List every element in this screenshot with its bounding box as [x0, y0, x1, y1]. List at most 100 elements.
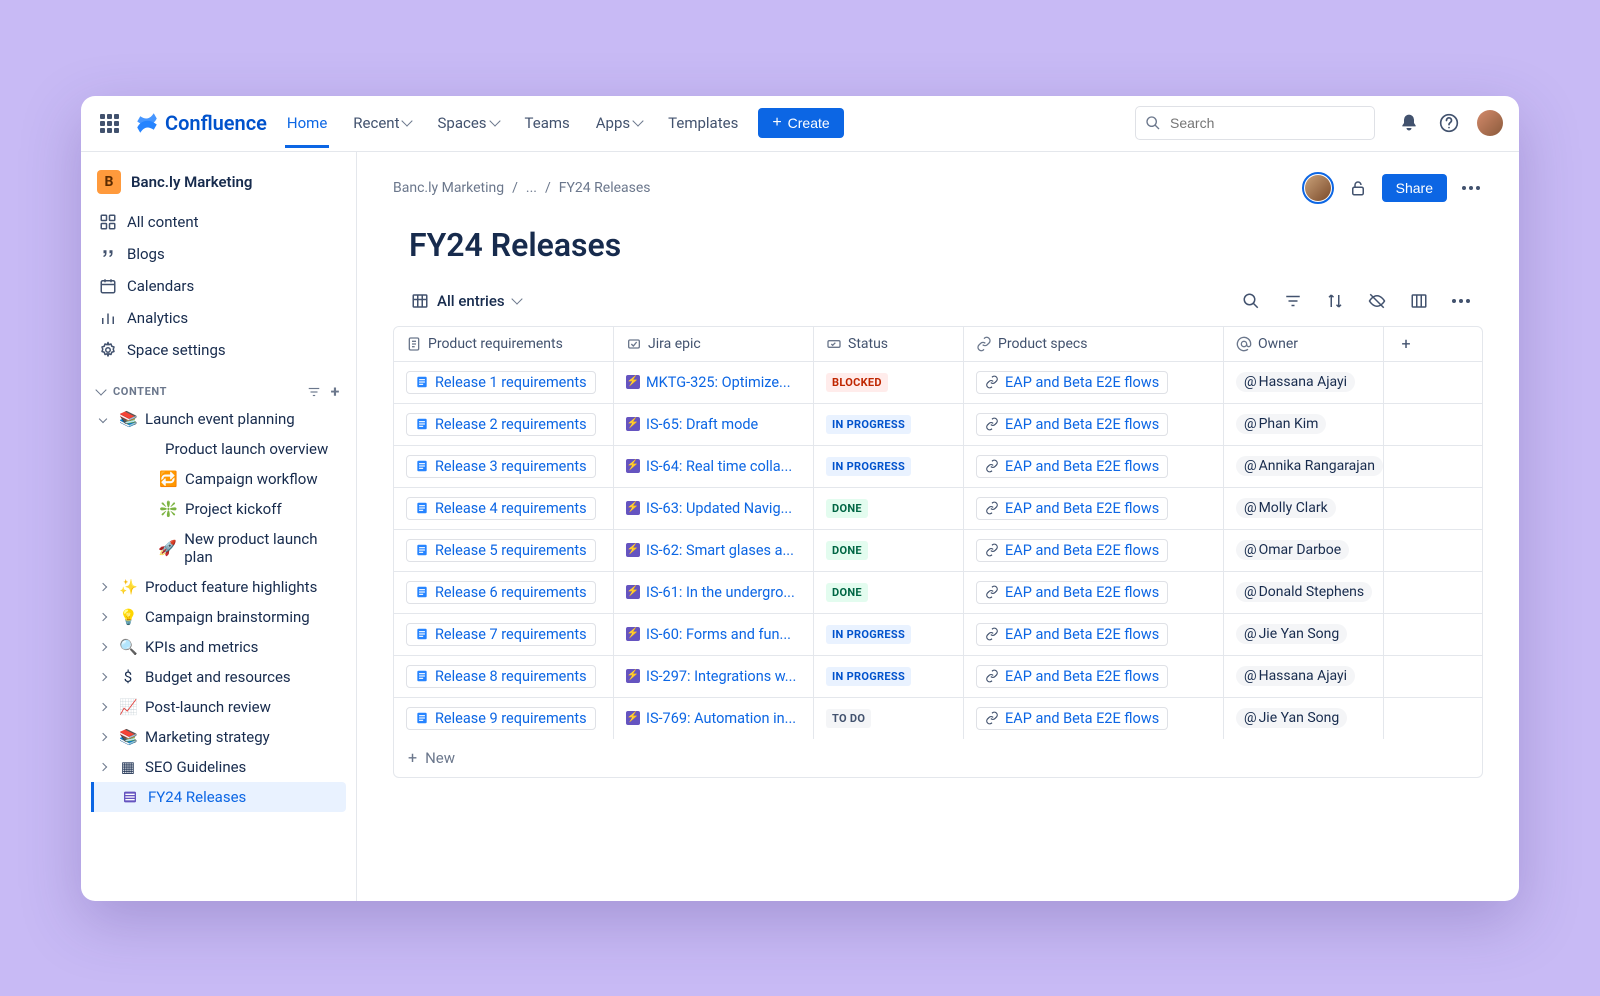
user-mention[interactable]: @Jie Yan Song — [1236, 708, 1347, 728]
cell-status[interactable]: IN PROGRESS — [814, 614, 964, 655]
cell-status[interactable]: IN PROGRESS — [814, 404, 964, 445]
cell-product-req[interactable]: Release 2 requirements — [394, 404, 614, 445]
sidebar-blogs[interactable]: Blogs — [91, 238, 346, 270]
hide-fields-icon[interactable] — [1365, 289, 1389, 313]
tree-item[interactable]: $Budget and resources — [91, 662, 346, 692]
expand-icon[interactable] — [95, 764, 111, 770]
nav-spaces[interactable]: Spaces — [435, 98, 500, 148]
cell-status[interactable]: IN PROGRESS — [814, 656, 964, 697]
user-mention[interactable]: @Molly Clark — [1236, 498, 1336, 518]
user-mention[interactable]: @Omar Darboe — [1236, 540, 1349, 560]
page-pill[interactable]: Release 4 requirements — [406, 497, 596, 520]
col-header-owner[interactable]: Owner — [1224, 327, 1384, 361]
breadcrumb-item[interactable]: Banc.ly Marketing — [393, 180, 504, 196]
page-pill[interactable]: Release 3 requirements — [406, 455, 596, 478]
user-mention[interactable]: @Hassana Ajayi — [1236, 372, 1355, 392]
user-mention[interactable]: @Jie Yan Song — [1236, 624, 1347, 644]
cell-product-req[interactable]: Release 5 requirements — [394, 530, 614, 571]
sidebar-calendars[interactable]: Calendars — [91, 270, 346, 302]
cell-product-req[interactable]: Release 3 requirements — [394, 446, 614, 487]
expand-icon[interactable] — [95, 644, 111, 650]
cell-specs[interactable]: EAP and Beta E2E flows — [964, 446, 1224, 487]
expand-icon[interactable] — [95, 674, 111, 680]
cell-jira[interactable]: ⚡IS-64: Real time colla... — [614, 446, 814, 487]
cell-owner[interactable]: @Hassana Ajayi — [1224, 656, 1384, 697]
nav-home[interactable]: Home — [285, 98, 329, 148]
user-avatar[interactable] — [1477, 110, 1503, 136]
col-header-jira[interactable]: Jira epic — [614, 327, 814, 361]
nav-apps[interactable]: Apps — [594, 98, 644, 148]
view-selector[interactable]: All entries — [403, 286, 529, 316]
presence-avatar[interactable] — [1302, 172, 1334, 204]
restrictions-icon[interactable] — [1346, 176, 1370, 200]
expand-icon[interactable] — [95, 614, 111, 620]
tree-item[interactable]: 📚Launch event planning — [91, 404, 346, 434]
user-mention[interactable]: @Phan Kim — [1236, 414, 1326, 434]
cell-jira[interactable]: ⚡IS-61: In the undergro... — [614, 572, 814, 613]
page-pill[interactable]: Release 6 requirements — [406, 581, 596, 604]
cell-owner[interactable]: @Jie Yan Song — [1224, 698, 1384, 739]
create-button[interactable]: + Create — [758, 108, 843, 138]
space-header[interactable]: B Banc.ly Marketing — [91, 166, 346, 206]
tree-item[interactable]: ▦SEO Guidelines — [91, 752, 346, 782]
more-actions-icon[interactable] — [1459, 176, 1483, 200]
link-pill[interactable]: EAP and Beta E2E flows — [976, 371, 1168, 394]
user-mention[interactable]: @Hassana Ajayi — [1236, 666, 1355, 686]
cell-product-req[interactable]: Release 8 requirements — [394, 656, 614, 697]
cell-jira[interactable]: ⚡IS-63: Updated Navig... — [614, 488, 814, 529]
cell-owner[interactable]: @Donald Stephens — [1224, 572, 1384, 613]
tree-item[interactable]: Product launch overview — [91, 434, 346, 464]
new-row-button[interactable]: + New — [394, 739, 1482, 777]
link-pill[interactable]: EAP and Beta E2E flows — [976, 707, 1168, 730]
tree-item[interactable]: ✨Product feature highlights — [91, 572, 346, 602]
link-pill[interactable]: EAP and Beta E2E flows — [976, 413, 1168, 436]
page-pill[interactable]: Release 2 requirements — [406, 413, 596, 436]
link-pill[interactable]: EAP and Beta E2E flows — [976, 665, 1168, 688]
cell-owner[interactable]: @Jie Yan Song — [1224, 614, 1384, 655]
cell-specs[interactable]: EAP and Beta E2E flows — [964, 656, 1224, 697]
expand-icon[interactable] — [95, 734, 111, 740]
link-pill[interactable]: EAP and Beta E2E flows — [976, 539, 1168, 562]
cell-specs[interactable]: EAP and Beta E2E flows — [964, 530, 1224, 571]
product-logo[interactable]: Confluence — [135, 111, 267, 135]
cell-jira[interactable]: ⚡IS-60: Forms and fun... — [614, 614, 814, 655]
user-mention[interactable]: @Donald Stephens — [1236, 582, 1372, 602]
page-pill[interactable]: Release 9 requirements — [406, 707, 596, 730]
cell-owner[interactable]: @Annika Rangarajan — [1224, 446, 1384, 487]
cell-owner[interactable]: @Molly Clark — [1224, 488, 1384, 529]
link-pill[interactable]: EAP and Beta E2E flows — [976, 455, 1168, 478]
sidebar-space-settings[interactable]: Space settings — [91, 334, 346, 366]
expand-icon[interactable] — [95, 584, 111, 590]
tree-item[interactable]: FY24 Releases — [91, 782, 346, 812]
nav-teams[interactable]: Teams — [523, 98, 572, 148]
chevron-down-icon[interactable] — [95, 384, 106, 395]
cell-owner[interactable]: @Omar Darboe — [1224, 530, 1384, 571]
col-header-status[interactable]: Status — [814, 327, 964, 361]
cell-status[interactable]: DONE — [814, 572, 964, 613]
search-input[interactable] — [1135, 106, 1375, 140]
sidebar-all-content[interactable]: All content — [91, 206, 346, 238]
col-header-specs[interactable]: Product specs — [964, 327, 1224, 361]
filter-icon[interactable] — [307, 385, 321, 399]
user-mention[interactable]: @Annika Rangarajan — [1236, 456, 1383, 476]
cell-jira[interactable]: ⚡IS-769: Automation in... — [614, 698, 814, 739]
expand-icon[interactable] — [95, 704, 111, 710]
cell-owner[interactable]: @Hassana Ajayi — [1224, 362, 1384, 403]
cell-jira[interactable]: ⚡IS-65: Draft mode — [614, 404, 814, 445]
cell-status[interactable]: BLOCKED — [814, 362, 964, 403]
tree-item[interactable]: 🚀New product launch plan — [91, 524, 346, 572]
sort-icon[interactable] — [1323, 289, 1347, 313]
cell-jira[interactable]: ⚡IS-297: Integrations w... — [614, 656, 814, 697]
cell-jira[interactable]: ⚡IS-62: Smart glases a... — [614, 530, 814, 571]
breadcrumb-item[interactable]: FY24 Releases — [559, 180, 651, 196]
cell-status[interactable]: IN PROGRESS — [814, 446, 964, 487]
expand-icon[interactable] — [95, 416, 111, 422]
cell-status[interactable]: DONE — [814, 530, 964, 571]
tree-item[interactable]: 🔍KPIs and metrics — [91, 632, 346, 662]
app-switcher-icon[interactable] — [97, 111, 121, 135]
cell-specs[interactable]: EAP and Beta E2E flows — [964, 572, 1224, 613]
cell-product-req[interactable]: Release 4 requirements — [394, 488, 614, 529]
notifications-icon[interactable] — [1397, 111, 1421, 135]
cell-specs[interactable]: EAP and Beta E2E flows — [964, 488, 1224, 529]
share-button[interactable]: Share — [1382, 174, 1447, 202]
